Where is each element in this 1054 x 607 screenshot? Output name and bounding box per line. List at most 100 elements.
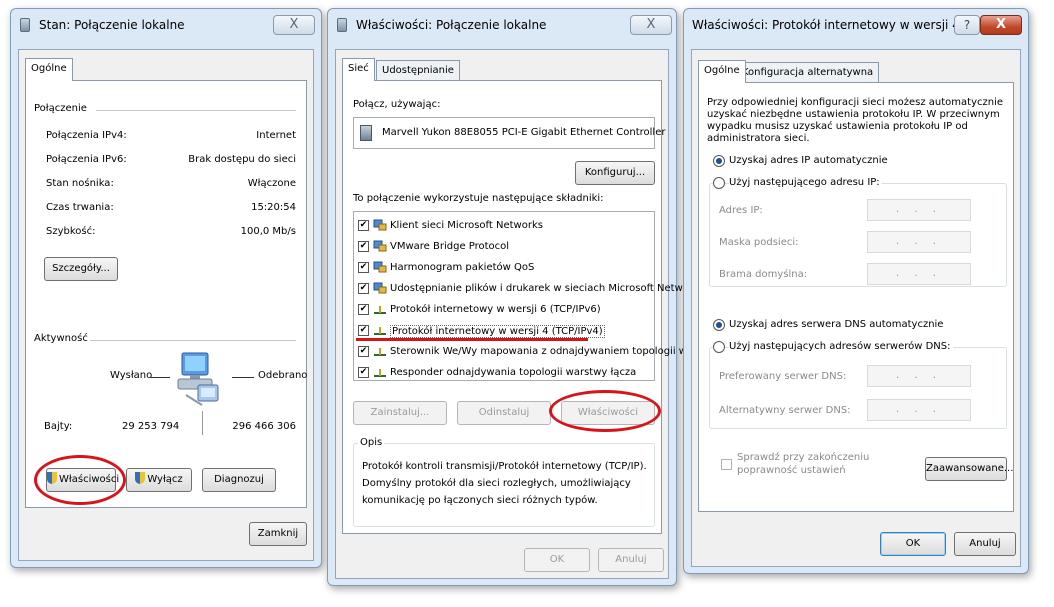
protocol-icon [374, 327, 386, 335]
divider [150, 377, 170, 378]
close-icon[interactable]: X [980, 15, 1022, 35]
status-window-title: Stan: Połączenie lokalne [39, 18, 185, 32]
media-state-value: Włączone [247, 178, 296, 189]
checkbox[interactable]: ✔ [358, 346, 369, 357]
tab-alternate-config[interactable]: Konfiguracja alternatywna [736, 62, 880, 83]
cancel-button[interactable]: Anuluj [598, 548, 664, 572]
auto-dns-label: Uzyskaj adres serwera DNS automatycznie [729, 319, 944, 330]
network-adapter-icon [337, 18, 347, 32]
details-button[interactable]: Szczegóły... [44, 257, 118, 281]
checkbox[interactable]: ✔ [358, 367, 369, 378]
description-group: Opis Protokół kontroli transmisji/Protok… [353, 437, 655, 527]
bytes-divider [202, 411, 203, 435]
list-item[interactable]: ✔ Protokół internetowy w wersji 6 (TCP/I… [354, 300, 654, 320]
highlight-underline [356, 338, 588, 341]
checkbox[interactable]: ✔ [358, 220, 369, 231]
list-item[interactable]: ✔ Harmonogram pakietów QoS [354, 258, 654, 278]
checkbox[interactable]: ✔ [358, 304, 369, 315]
component-name: Udostępnianie plików i drukarek w siecia… [390, 283, 704, 294]
diagnose-button[interactable]: Diagnozuj [202, 468, 276, 492]
configure-button[interactable]: Konfiguruj... [575, 161, 655, 185]
list-item[interactable]: ✔ Klient sieci Microsoft Networks [354, 216, 654, 236]
manual-ip-radio[interactable] [713, 177, 725, 189]
gateway-label: Brama domyślna: [719, 269, 808, 280]
component-name: Klient sieci Microsoft Networks [390, 220, 543, 231]
highlight-ellipse [34, 455, 126, 505]
status-titlebar[interactable]: Stan: Połączenie lokalne X [11, 9, 321, 41]
component-name: Protokół internetowy w wersji 6 (TCP/IPv… [390, 304, 601, 315]
close-icon[interactable]: X [630, 15, 672, 35]
properties-client: Sieć Udostępnianie Połącz, używając: Mar… [335, 49, 706, 579]
properties-window: Właściwości: Połączenie lokalne X Sieć U… [327, 8, 706, 586]
components-label: To połączenie wykorzystuje następujące s… [353, 193, 604, 204]
divider [90, 340, 296, 341]
manual-dns-radio[interactable] [713, 341, 725, 353]
ipv4-general-panel: Przy odpowiedniej konfiguracji sieci moż… [698, 82, 1014, 512]
ipv4-value: Internet [256, 130, 296, 141]
close-icon[interactable]: X [273, 15, 315, 35]
intro-text: Przy odpowiedniej konfiguracji sieci moż… [707, 97, 1003, 144]
speed-value: 100,0 Mb/s [240, 226, 296, 237]
protocol-icon [374, 306, 386, 314]
ipv6-label: Połączenia IPv6: [46, 154, 127, 165]
received-label: Odebrano [258, 370, 308, 381]
auto-dns-radio[interactable] [713, 319, 725, 331]
alternate-dns-field[interactable]: . . . [867, 399, 971, 421]
protocol-icon [374, 369, 386, 377]
checkbox[interactable]: ✔ [358, 283, 369, 294]
list-item[interactable]: ✔ VMware Bridge Protocol [354, 237, 654, 257]
advanced-button[interactable]: Zaawansowane... [925, 457, 1013, 481]
component-name: Responder odnajdywania topologii warstwy… [390, 367, 637, 378]
gateway-field[interactable]: . . . [867, 263, 971, 285]
list-item[interactable]: ✔ Udostępnianie plików i drukarek w siec… [354, 279, 704, 299]
protocol-icon [374, 348, 386, 356]
ok-button[interactable]: OK [524, 548, 590, 572]
description-title: Opis [358, 437, 385, 448]
network-activity-icon [176, 351, 222, 411]
checkbox[interactable]: ✔ [358, 241, 369, 252]
ok-button[interactable]: OK [880, 532, 946, 556]
sent-label: Wysłano [110, 370, 153, 381]
ipv6-value: Brak dostępu do sieci [188, 154, 296, 165]
network-panel: Połącz, używając: Marvell Yukon 88E8055 … [342, 80, 706, 534]
properties-titlebar[interactable]: Właściwości: Połączenie lokalne X [328, 9, 676, 41]
uninstall-button[interactable]: Odinstaluj [457, 401, 551, 425]
checkbox[interactable]: ✔ [358, 262, 369, 273]
disable-button-label: Wyłącz [147, 474, 183, 485]
alternate-dns-label: Alternatywny serwer DNS: [719, 405, 851, 416]
ip-address-field[interactable]: . . . [867, 199, 971, 221]
ipv4-label: Połączenia IPv4: [46, 130, 127, 141]
tab-general[interactable]: Ogólne [698, 60, 746, 83]
cancel-button[interactable]: Anuluj [954, 532, 1016, 556]
network-client-icon [373, 261, 387, 273]
ipv4-titlebar[interactable]: Właściwości: Protokół internetowy w wers… [684, 9, 1028, 41]
list-item[interactable]: ✔ Sterownik We/Wy mapowania z odnajdywan… [354, 342, 706, 362]
description-text: Protokół kontroli transmisji/Protokół in… [362, 461, 647, 506]
bytes-sent-value: 29 253 794 [122, 421, 180, 432]
speed-label: Szybkość: [46, 226, 96, 237]
status-window: Stan: Połączenie lokalne X Ogólne Połącz… [10, 8, 322, 568]
auto-ip-radio[interactable] [713, 155, 725, 167]
checkbox[interactable]: ✔ [358, 325, 369, 336]
duration-label: Czas trwania: [46, 202, 114, 213]
tab-sharing[interactable]: Udostępnianie [376, 60, 460, 81]
connection-section-title: Połączenie [34, 103, 87, 114]
validate-checkbox[interactable] [721, 459, 732, 470]
preferred-dns-field[interactable]: . . . [867, 365, 971, 387]
close-button[interactable]: Zamknij [249, 522, 307, 546]
validate-label: Sprawdź przy zakończeniu poprawność usta… [737, 452, 870, 476]
divider [96, 110, 296, 111]
help-icon[interactable]: ? [954, 15, 980, 35]
highlight-ellipse [549, 390, 661, 432]
component-name: VMware Bridge Protocol [390, 241, 510, 252]
subnet-mask-field[interactable]: . . . [867, 231, 971, 253]
install-button[interactable]: Zainstaluj... [353, 401, 447, 425]
manual-dns-label: Użyj następujących adresów serwerów DNS: [729, 341, 953, 352]
disable-button[interactable]: Wyłącz [126, 468, 192, 492]
tab-general[interactable]: Ogólne [25, 58, 73, 81]
ipv4-client: Ogólne Konfiguracja alternatywna Przy od… [691, 49, 1021, 567]
tab-network[interactable]: Sieć [342, 58, 375, 81]
uac-shield-icon [135, 472, 146, 484]
ipv4-properties-window: Właściwości: Protokół internetowy w wers… [683, 8, 1029, 574]
list-item[interactable]: ✔ Responder odnajdywania topologii warst… [354, 363, 654, 383]
